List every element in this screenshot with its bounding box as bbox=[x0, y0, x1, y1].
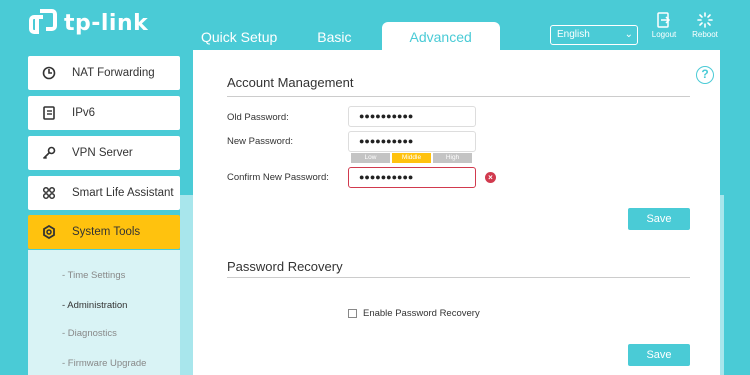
tab-basic[interactable]: Basic bbox=[301, 22, 367, 50]
sidebar-subitem-time-settings[interactable]: - Time Settings bbox=[62, 270, 125, 281]
sidebar-subitem-administration[interactable]: - Administration bbox=[62, 300, 127, 311]
divider bbox=[227, 277, 690, 278]
sidebar-subpanel bbox=[28, 250, 180, 375]
vpn-key-icon bbox=[42, 146, 72, 160]
strength-middle: Middle bbox=[392, 153, 431, 163]
old-password-label: Old Password: bbox=[227, 112, 289, 123]
help-icon[interactable]: ? bbox=[696, 66, 714, 84]
sidebar-item-label: Smart Life Assistant bbox=[72, 187, 174, 199]
divider bbox=[227, 96, 690, 97]
language-value: English bbox=[557, 29, 590, 40]
chevron-down-icon: ⌄ bbox=[624, 29, 633, 40]
tab-quick-setup[interactable]: Quick Setup bbox=[185, 22, 293, 50]
tp-link-logo-icon bbox=[29, 9, 57, 34]
sidebar-item-label: System Tools bbox=[72, 226, 141, 238]
top-tabs: Quick Setup Basic Advanced bbox=[185, 22, 500, 50]
account-management-title: Account Management bbox=[227, 75, 354, 90]
sidebar-item-ipv6[interactable]: IPv6 bbox=[28, 96, 180, 130]
confirm-password-label: Confirm New Password: bbox=[227, 172, 329, 183]
sidebar-item-system-tools[interactable]: System Tools bbox=[28, 215, 184, 249]
language-select[interactable]: English ⌄ bbox=[550, 25, 638, 45]
recovery-save-button[interactable]: Save bbox=[628, 344, 690, 366]
sidebar-subitem-diagnostics[interactable]: - Diagnostics bbox=[62, 328, 117, 339]
sidebar-item-label: IPv6 bbox=[72, 107, 96, 119]
tp-link-logo: tp-link bbox=[28, 8, 148, 38]
new-password-label: New Password: bbox=[227, 136, 293, 147]
enable-password-recovery-checkbox[interactable] bbox=[348, 309, 357, 318]
old-password-input[interactable]: ●●●●●●●●●● bbox=[348, 106, 476, 127]
ipv6-icon bbox=[42, 106, 72, 120]
scroll-strip-right[interactable] bbox=[720, 195, 724, 375]
sidebar-item-vpn-server[interactable]: VPN Server bbox=[28, 136, 180, 170]
scroll-strip-left bbox=[180, 195, 193, 375]
new-password-input[interactable]: ●●●●●●●●●● bbox=[348, 131, 476, 152]
reboot-label: Reboot bbox=[692, 30, 718, 39]
smart-life-icon bbox=[42, 186, 72, 200]
confirm-password-input[interactable]: ●●●●●●●●●● bbox=[348, 167, 476, 188]
system-tools-icon bbox=[42, 225, 72, 239]
strength-low: Low bbox=[351, 153, 390, 163]
sidebar-subitem-firmware-upgrade[interactable]: - Firmware Upgrade bbox=[62, 358, 146, 369]
logout-label: Logout bbox=[651, 30, 677, 39]
password-recovery-title: Password Recovery bbox=[227, 259, 343, 274]
logo-text: tp-link bbox=[64, 10, 149, 36]
sidebar-item-label: NAT Forwarding bbox=[72, 67, 155, 79]
reboot-button[interactable]: Reboot bbox=[688, 12, 722, 39]
sidebar-item-label: VPN Server bbox=[72, 147, 133, 159]
tab-advanced[interactable]: Advanced bbox=[381, 22, 500, 50]
enable-password-recovery-row: Enable Password Recovery bbox=[348, 308, 480, 319]
sidebar-item-nat-forwarding[interactable]: NAT Forwarding bbox=[28, 56, 180, 90]
enable-password-recovery-label[interactable]: Enable Password Recovery bbox=[363, 308, 480, 319]
strength-high: High bbox=[433, 153, 472, 163]
logout-button[interactable]: Logout bbox=[647, 12, 681, 39]
password-strength-meter: Low Middle High bbox=[351, 153, 472, 163]
logout-icon bbox=[647, 12, 681, 28]
nat-forwarding-icon bbox=[42, 66, 72, 80]
error-icon: × bbox=[485, 172, 496, 183]
sidebar-item-smart-life-assistant[interactable]: Smart Life Assistant bbox=[28, 176, 180, 210]
reboot-icon bbox=[688, 12, 722, 28]
save-button[interactable]: Save bbox=[628, 208, 690, 230]
